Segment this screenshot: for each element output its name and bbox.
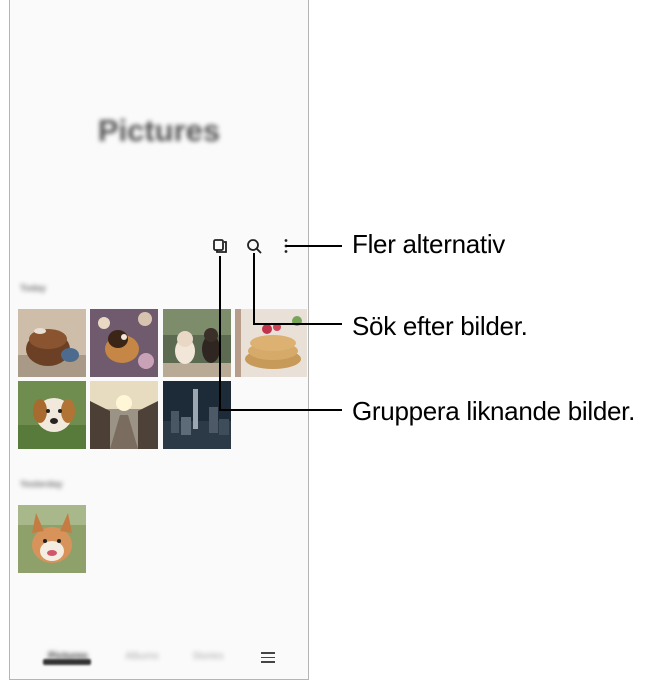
photo-thumbnail[interactable] bbox=[18, 381, 86, 449]
section-label-older: Yesterday bbox=[20, 479, 63, 489]
callout-line-group-vertical bbox=[219, 256, 221, 410]
menu-icon[interactable] bbox=[261, 652, 275, 664]
photo-thumbnail[interactable] bbox=[90, 381, 158, 449]
page-title: Pictures bbox=[97, 113, 221, 148]
photo-thumbnail[interactable] bbox=[90, 309, 158, 377]
phone-screen: Pictures Today Yesterday Pictures Albums… bbox=[9, 0, 309, 680]
section-label-recent: Today bbox=[20, 283, 46, 293]
selected-tab-indicator bbox=[43, 659, 91, 665]
callout-line-group bbox=[219, 409, 342, 411]
callout-line-more-options bbox=[286, 245, 342, 247]
callout-more-options: Fler alternativ bbox=[352, 229, 505, 259]
photo-thumbnail[interactable] bbox=[18, 309, 86, 377]
group-similar-icon[interactable] bbox=[211, 237, 229, 255]
tab-albums[interactable]: Albums bbox=[122, 651, 162, 662]
tab-stories[interactable]: Stories bbox=[188, 651, 228, 662]
callout-line-search bbox=[253, 323, 342, 325]
callout-group-similar: Gruppera liknande bilder. bbox=[352, 396, 636, 426]
photo-thumbnail[interactable] bbox=[18, 505, 86, 573]
callout-search: Sök efter bilder. bbox=[352, 311, 528, 341]
photo-thumbnail[interactable] bbox=[235, 309, 307, 377]
callout-line-search-vertical bbox=[253, 253, 255, 324]
